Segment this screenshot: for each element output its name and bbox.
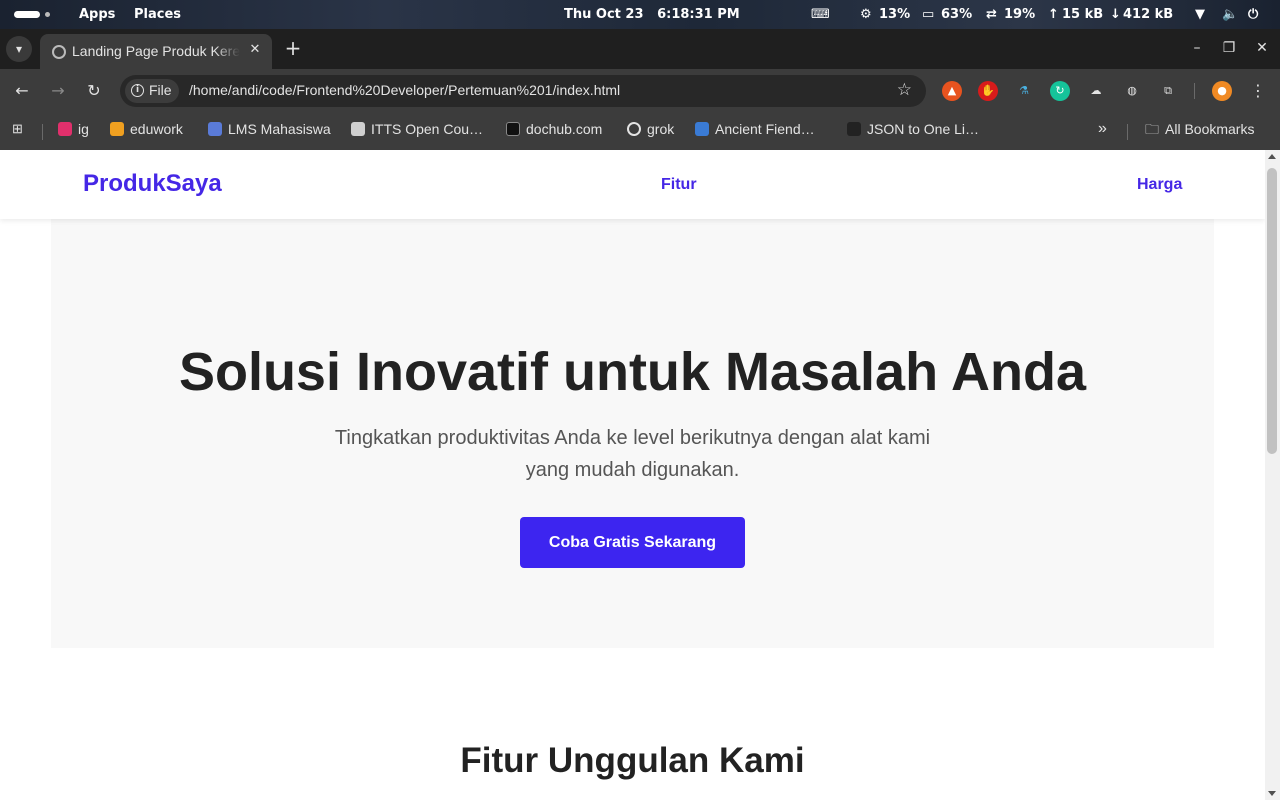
site-navbar: ProdukSaya Fitur Harga: [0, 150, 1265, 219]
browser-menu-icon[interactable]: ⋮: [1246, 79, 1270, 103]
nav-link-fitur[interactable]: Fitur: [661, 176, 697, 194]
keyboard-layout-icon[interactable]: ⌨: [811, 7, 830, 22]
volume-icon[interactable]: 🔈: [1222, 7, 1238, 22]
maximize-button[interactable]: ❐: [1219, 38, 1239, 58]
extension-grammarly-icon[interactable]: ↻: [1050, 81, 1070, 101]
memory-usage: 63%: [941, 7, 973, 22]
tab-search-button[interactable]: ▾: [6, 36, 32, 62]
clock[interactable]: Thu Oct 23 6:18:31 PM: [564, 7, 740, 22]
cta-button[interactable]: Coba Gratis Sekarang: [520, 517, 745, 568]
scrollbar-thumb[interactable]: [1267, 168, 1277, 454]
cpu-usage: 13%: [879, 7, 911, 22]
download-speed: 412 kB: [1123, 7, 1174, 22]
page-viewport: ProdukSaya Fitur Harga Solusi Inovatif u…: [0, 150, 1265, 800]
bookmark-ig[interactable]: ig: [58, 121, 89, 141]
site-logo[interactable]: ProdukSaya: [83, 170, 222, 198]
bookmark-ancient-fiend[interactable]: Ancient Fiend…: [695, 121, 815, 141]
dochub-icon: [506, 122, 520, 136]
bookmarks-separator: [42, 124, 43, 140]
json-icon: [847, 122, 861, 136]
bookmark-lms-mahasiswa[interactable]: LMS Mahasiswa: [208, 121, 331, 141]
all-bookmarks-button[interactable]: 🗀 All Bookmarks: [1145, 121, 1254, 141]
extensions-puzzle-icon[interactable]: ⧉: [1158, 81, 1178, 101]
toolbar-separator: [1194, 83, 1195, 99]
swap-icon: ⇄: [986, 7, 997, 22]
profile-avatar[interactable]: ●: [1212, 81, 1232, 101]
scroll-down-arrow-icon[interactable]: [1268, 791, 1276, 796]
apps-grid-icon[interactable]: ⊞: [12, 121, 23, 141]
page-favicon-icon: [52, 45, 66, 59]
address-bar[interactable]: i File /home/andi/code/Frontend%20Develo…: [120, 75, 926, 107]
upload-speed: 15 kB: [1062, 7, 1104, 22]
lms-icon: [208, 122, 222, 136]
hero-subtitle: Tingkatkan produktivitas Anda ke level b…: [334, 427, 931, 481]
bookmark-eduwork[interactable]: eduwork: [110, 121, 183, 141]
activities-icon[interactable]: [14, 11, 50, 18]
bookmark-grok[interactable]: grok: [627, 121, 674, 141]
close-window-button[interactable]: ✕: [1252, 38, 1272, 58]
folder-icon: 🗀: [1145, 121, 1159, 137]
extension-cloud-icon[interactable]: ☁: [1086, 81, 1106, 101]
extension-orange-icon[interactable]: ▲: [942, 81, 962, 101]
tab-close-icon[interactable]: ✕: [246, 41, 264, 59]
grok-icon: [627, 122, 641, 136]
swap-usage: 19%: [1004, 7, 1036, 22]
chevron-down-icon: ▾: [15, 42, 23, 56]
extension-stop-hand-icon[interactable]: ✋: [978, 81, 998, 101]
instagram-icon: [58, 122, 72, 136]
bookmarks-overflow-button[interactable]: »: [1098, 121, 1107, 141]
hero-title: Solusi Inovatif untuk Masalah Anda: [178, 342, 1087, 402]
bookmark-itts-open-course[interactable]: ITTS Open Cou…: [351, 121, 483, 141]
places-menu[interactable]: Places: [134, 7, 181, 22]
bookmark-json-to-one-line[interactable]: JSON to One Li…: [847, 121, 979, 141]
active-tab[interactable]: Landing Page Produk Keren ✕: [40, 34, 272, 69]
cpu-icon: ⚙: [860, 7, 872, 22]
memory-icon: ▭: [922, 7, 935, 22]
extension-globe-icon[interactable]: ◍: [1122, 81, 1142, 101]
upload-arrow-icon: ↑: [1048, 7, 1059, 22]
itts-icon: [351, 122, 365, 136]
site-info-chip[interactable]: i File: [125, 79, 179, 103]
new-tab-button[interactable]: +: [282, 37, 304, 59]
power-icon[interactable]: ⏻: [1248, 7, 1258, 22]
bookmark-dochub[interactable]: dochub.com: [506, 121, 602, 141]
apps-menu[interactable]: Apps: [79, 7, 115, 22]
scheme-label: File: [149, 82, 172, 98]
info-icon: i: [131, 84, 144, 97]
minimize-button[interactable]: –: [1187, 38, 1207, 58]
browser-tab-strip: ▾ Landing Page Produk Keren ✕ + – ❐ ✕: [0, 29, 1280, 69]
tab-title: Landing Page Produk Keren: [72, 43, 240, 59]
features-heading: Fitur Unggulan Kami: [460, 741, 805, 780]
system-top-bar: Apps Places Thu Oct 23 6:18:31 PM ⌨ ⚙ 13…: [0, 0, 1280, 29]
extension-link-icon[interactable]: ⚗: [1014, 81, 1034, 101]
page-scrollbar[interactable]: [1265, 150, 1280, 800]
bookmarks-bar: ⊞ ig eduwork LMS Mahasiswa ITTS Open Cou…: [0, 113, 1280, 150]
reload-icon[interactable]: ↻: [82, 79, 106, 103]
ancient-fiend-icon: [695, 122, 709, 136]
download-arrow-icon: ↓: [1110, 7, 1121, 22]
bookmark-star-icon[interactable]: ☆: [897, 81, 912, 99]
scroll-up-arrow-icon[interactable]: [1268, 154, 1276, 159]
wifi-icon[interactable]: ▼: [1195, 7, 1205, 22]
nav-link-harga[interactable]: Harga: [1137, 176, 1182, 194]
back-arrow-icon[interactable]: ←: [10, 79, 34, 103]
forward-arrow-icon[interactable]: →: [46, 79, 70, 103]
url-text[interactable]: /home/andi/code/Frontend%20Developer/Per…: [189, 82, 620, 98]
browser-toolbar: ← → ↻ i File /home/andi/code/Frontend%20…: [0, 69, 1280, 113]
eduwork-icon: [110, 122, 124, 136]
hero-section: Solusi Inovatif untuk Masalah Anda Tingk…: [51, 219, 1214, 648]
bookmarks-separator-right: [1127, 124, 1128, 140]
